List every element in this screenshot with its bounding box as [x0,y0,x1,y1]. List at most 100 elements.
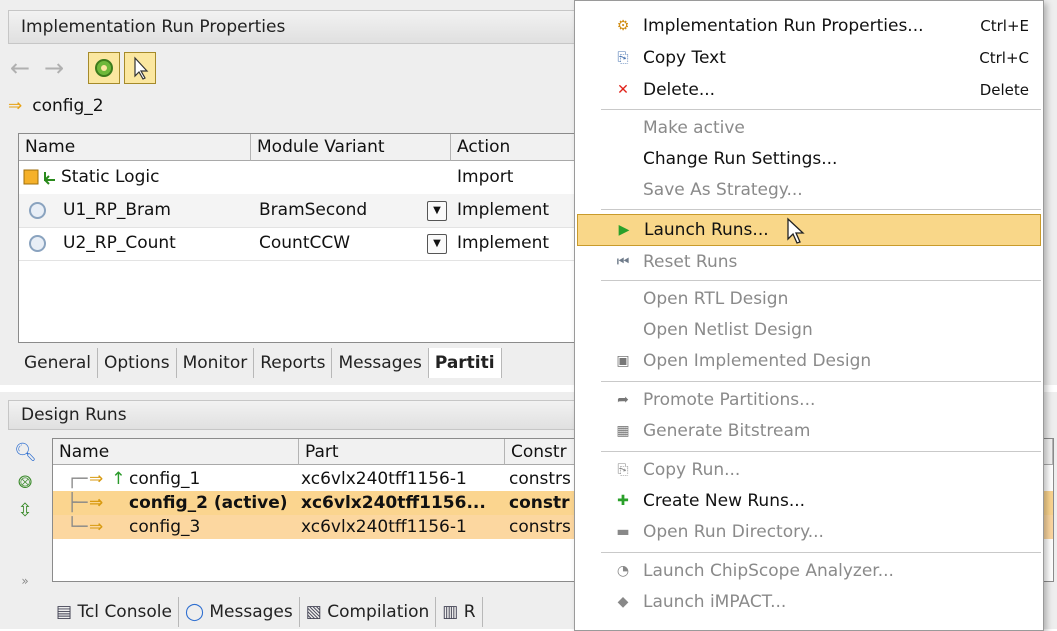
tree-line: ┌─ [67,469,88,489]
row-variant: CountCCW [259,233,351,253]
menu-item-launch-runs[interactable]: ▶ Launch Runs... [577,214,1041,246]
collapse-all-icon[interactable]: ⨷ [14,472,36,494]
menu-separator [601,209,1041,210]
copy-icon: ⎘ [617,50,629,66]
menu-separator [601,109,1041,110]
auto-update-button[interactable] [88,52,120,84]
variant-dropdown-icon[interactable]: ▼ [427,201,447,221]
pointer-icon [134,56,149,80]
tab-messages[interactable]: Messages [332,348,429,378]
run-constr: constr [509,493,570,513]
run-name: config_3 [129,517,201,537]
tab-partitions[interactable]: Partiti [428,348,502,378]
menu-item-launch-chipscope[interactable]: ◔ Launch ChipScope Analyzer... [575,556,1043,586]
variant-dropdown-icon[interactable]: ▼ [427,234,447,254]
partition-gear-icon [29,227,58,260]
launch-icon: ▶ [618,222,630,238]
impact-icon: ◆ [617,594,629,610]
row-action: Implement [457,233,550,253]
menu-item-generate-bitstream[interactable]: ▦ Generate Bitstream [575,416,1043,446]
run-constr: constrs [509,517,571,537]
menu-item-open-netlist-design[interactable]: Open Netlist Design [575,315,1043,345]
config-arrow-icon: ⇒ [8,96,23,116]
menu-item-copy-text[interactable]: ⎘ Copy Text Ctrl+C [575,43,1043,73]
search-icon[interactable]: 🔍︎ [14,442,37,464]
select-pointer-button[interactable] [124,52,156,84]
console-icon: ▤ [56,602,78,622]
run-arrow-icon: ⇒ ↑ [89,469,126,489]
tab-monitor[interactable]: Monitor [177,348,255,378]
menu-separator [601,280,1041,281]
tab-reports[interactable]: Reports [254,348,333,378]
menu-item-make-active[interactable]: Make active [575,113,1043,143]
menu-item-save-as-strategy[interactable]: Save As Strategy... [575,175,1043,205]
row-name: Static Logic [61,167,160,187]
delete-icon: ✕ [617,82,629,98]
folder-icon: ▬ [616,524,630,540]
menu-item-promote-partitions[interactable]: ➦ Promote Partitions... [575,385,1043,415]
chip-icon: ▣ [616,353,630,369]
menu-item-copy-run[interactable]: ⎘ Copy Run... [575,455,1043,485]
menu-item-reset-runs[interactable]: ⏮ Reset Runs [575,247,1043,277]
table-row[interactable]: U2_RP_Count CountCCW ▼ Implement [19,227,619,261]
column-header-module-variant[interactable]: Module Variant [251,134,451,161]
back-arrow-icon[interactable]: ← [10,56,30,80]
current-config: ⇒ config_2 [8,96,104,116]
row-name: U2_RP_Count [63,233,176,253]
properties-icon: ⚙ [616,18,630,34]
menu-separator [601,451,1041,452]
tab-messages[interactable]: ◯ Messages [179,597,300,627]
menu-item-properties[interactable]: ⚙ Implementation Run Properties... Ctrl+… [575,11,1043,41]
run-name: config_2 (active) [129,493,288,513]
partitions-table: Name Module Variant Action Static Logic … [18,133,620,343]
report-icon: ▥ [442,602,464,622]
properties-tabs: General Options Monitor Reports Messages Part… [18,348,502,378]
menu-separator [601,552,1041,553]
tab-general[interactable]: General [18,348,98,378]
run-constr: constrs [509,469,571,489]
table-row[interactable]: U1_RP_Bram BramSecond ▼ Implement [19,194,619,228]
menu-item-create-new-runs[interactable]: ✚ Create New Runs... [575,486,1043,516]
forward-arrow-icon[interactable]: → [44,56,64,80]
tab-options[interactable]: Options [98,348,177,378]
message-bubble-icon: ◯ [184,602,210,622]
compilation-icon: ▧ [305,602,328,622]
row-action: Import [457,167,514,187]
menu-item-open-run-directory[interactable]: ▬ Open Run Directory... [575,517,1043,547]
menu-item-open-rtl-design[interactable]: Open RTL Design [575,284,1043,314]
column-header-name[interactable]: Name [53,439,299,465]
config-name: config_2 [32,96,104,116]
copy-run-icon: ⎘ [617,462,629,478]
promote-icon: ➦ [617,392,629,408]
reset-icon: ⏮ [616,254,630,270]
chipscope-icon: ◔ [616,563,630,579]
menu-item-change-run-settings[interactable]: Change Run Settings... [575,144,1043,174]
tab-compilation[interactable]: ▧ Compilation [300,597,437,627]
column-header-part[interactable]: Part [299,439,505,465]
menu-item-delete[interactable]: ✕ Delete... Delete [575,75,1043,105]
chevron-down-icon[interactable]: » [14,570,36,592]
create-runs-icon: ✚ [617,493,629,509]
row-action: Implement [457,200,550,220]
run-arrow-icon: ⇒ [89,493,104,513]
run-name: config_1 [129,469,201,489]
expand-all-icon[interactable]: ⇳ [14,500,36,522]
settings-gear-icon [95,59,113,77]
menu-item-open-implemented-design[interactable]: ▣ Open Implemented Design [575,346,1043,376]
bottom-tabs: ▤ Tcl Console ◯ Messages ▧ Compilation ▥ R [50,597,483,627]
run-arrow-icon: ⇒ [89,517,104,537]
run-part: xc6vlx240tff1156... [301,493,486,513]
mouse-cursor-icon [787,217,805,244]
tab-reports[interactable]: ▥ R [436,597,483,627]
tree-line: └─ [67,517,88,537]
column-header-name[interactable]: Name [19,134,251,161]
tree-line: ├─ [67,493,88,513]
context-menu: ⚙ Implementation Run Properties... Ctrl+… [574,0,1044,631]
table-row[interactable]: Static Logic Import [19,161,619,195]
bitstream-icon: ▦ [616,423,630,439]
run-part: xc6vlx240tff1156-1 [301,517,467,537]
menu-separator [601,381,1041,382]
menu-item-launch-impact[interactable]: ◆ Launch iMPACT... [575,587,1043,617]
tab-tcl-console[interactable]: ▤ Tcl Console [50,597,179,627]
row-variant: BramSecond [259,200,368,220]
